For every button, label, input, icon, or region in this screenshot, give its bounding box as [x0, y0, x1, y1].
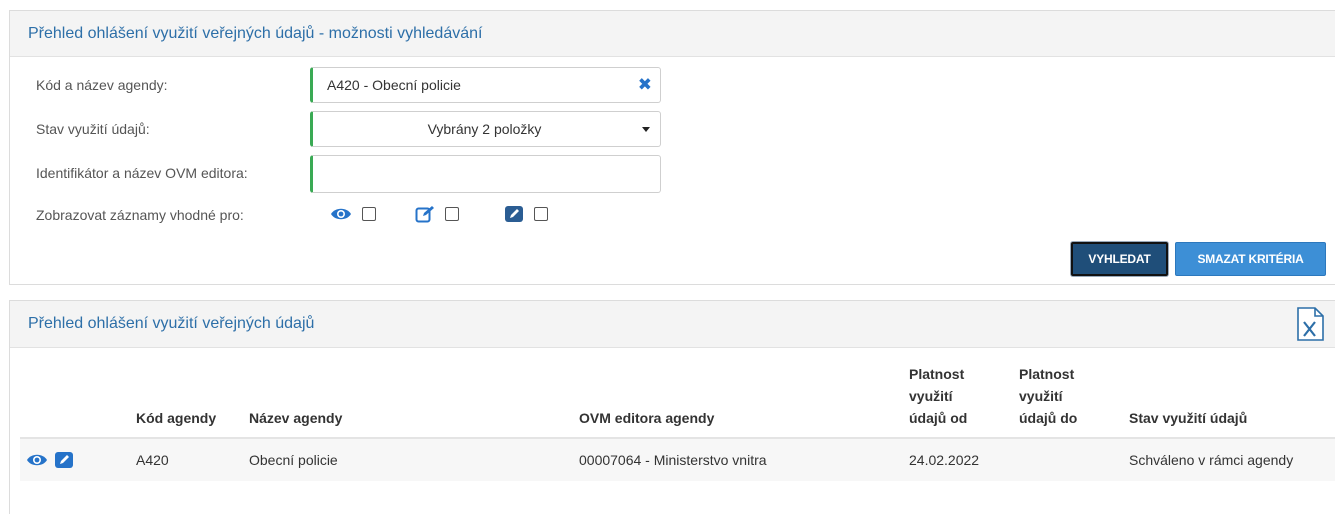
view-checkbox[interactable] [362, 207, 376, 221]
edit-outline-checkbox[interactable] [445, 207, 459, 221]
state-select[interactable]: Vybrány 2 položky [310, 111, 661, 147]
cell-stav: Schváleno v rámci agendy [1129, 438, 1335, 481]
cell-kod: A420 [136, 438, 249, 481]
option-edit-outline [415, 205, 459, 223]
col-kod[interactable]: Kód agendy [136, 363, 249, 439]
edit-solid-icon[interactable] [54, 451, 74, 469]
col-nazev[interactable]: Název agendy [249, 363, 579, 439]
search-panel: Přehled ohlášení využití veřejných údajů… [9, 10, 1335, 285]
col-stav[interactable]: Stav využití údajů [1129, 363, 1335, 439]
cell-nazev: Obecní policie [249, 438, 579, 481]
results-table: Kód agendy Název agendy OVM editora agen… [20, 363, 1335, 481]
search-panel-header: Přehled ohlášení využití veřejných údajů… [10, 11, 1335, 57]
col-od[interactable]: Platnost využití údajů od [909, 363, 1019, 439]
state-select-value: Vybrány 2 položky [427, 121, 542, 137]
option-edit-solid [504, 205, 548, 223]
search-panel-title: Přehled ohlášení využití veřejných údajů… [28, 24, 483, 42]
editor-label: Identifikátor a název OVM editora: [36, 165, 248, 181]
edit-solid-icon [505, 206, 523, 222]
chevron-down-icon [642, 126, 650, 132]
search-button[interactable]: VYHLEDAT [1071, 242, 1168, 276]
row-actions [20, 438, 136, 481]
col-do[interactable]: Platnost využití údajů do [1019, 363, 1129, 439]
show-label: Zobrazovat záznamy vhodné pro: [36, 207, 244, 223]
cell-od: 24.02.2022 [909, 438, 1019, 481]
state-label: Stav využití údajů: [36, 121, 150, 137]
editor-field[interactable] [310, 155, 661, 193]
results-panel: Přehled ohlášení využití veřejných údajů… [9, 300, 1335, 514]
results-panel-title: Přehled ohlášení využití veřejných údajů [28, 315, 315, 332]
agenda-field[interactable]: ✖ [310, 67, 661, 103]
col-actions [20, 363, 136, 439]
eye-icon [331, 208, 351, 220]
cell-ovm: 00007064 - Ministerstvo vnitra [579, 438, 909, 481]
clear-criteria-button[interactable]: SMAZAT KRITÉRIA [1175, 242, 1326, 276]
clear-agenda-icon[interactable]: ✖ [638, 75, 652, 95]
results-panel-header: Přehled ohlášení využití veřejných údajů [10, 301, 1335, 348]
eye-icon[interactable] [26, 453, 48, 467]
agenda-input[interactable] [313, 68, 660, 102]
table-header-row: Kód agendy Název agendy OVM editora agen… [20, 363, 1335, 439]
editor-input[interactable] [313, 156, 660, 192]
col-od-label: Platnost využití údajů od [909, 366, 968, 426]
cell-do [1019, 438, 1129, 481]
table-row[interactable]: A420 Obecní policie 00007064 - Ministers… [20, 438, 1335, 481]
edit-solid-checkbox[interactable] [534, 207, 548, 221]
edit-outline-icon [415, 206, 434, 223]
excel-export-icon[interactable] [1295, 307, 1325, 341]
col-do-label: Platnost využití údajů do [1019, 366, 1078, 426]
col-ovm[interactable]: OVM editora agendy [579, 363, 909, 439]
agenda-label: Kód a název agendy: [36, 77, 168, 93]
option-view [330, 207, 376, 221]
